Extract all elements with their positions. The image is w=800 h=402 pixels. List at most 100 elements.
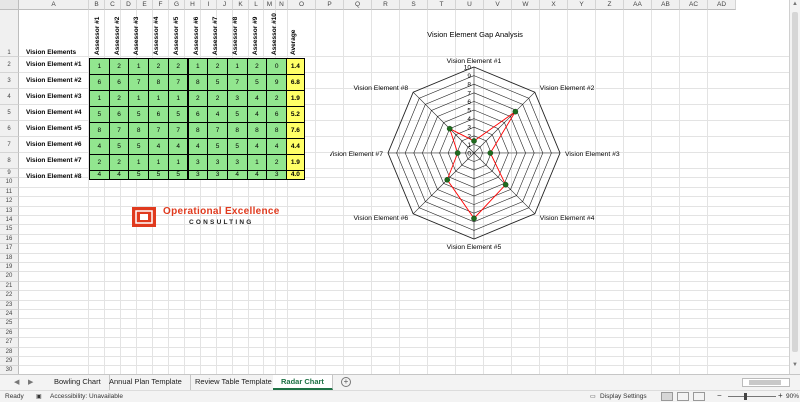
row-header-19[interactable]: 19: [0, 263, 19, 273]
page-layout-view-button[interactable]: [677, 392, 689, 401]
score-cell[interactable]: 2: [207, 58, 228, 75]
column-header-w[interactable]: W: [512, 0, 540, 10]
radar-chart[interactable]: 012345678910Vision Element #1Vision Elem…: [330, 45, 630, 255]
score-cell[interactable]: 6: [89, 74, 110, 91]
score-cell[interactable]: 5: [128, 106, 150, 123]
score-cell[interactable]: 1: [148, 154, 169, 171]
score-cell[interactable]: 1: [148, 90, 169, 107]
average-cell[interactable]: 5.2: [286, 106, 305, 123]
score-cell[interactable]: 2: [108, 90, 130, 107]
column-header-y[interactable]: Y: [568, 0, 596, 10]
score-cell[interactable]: 7: [207, 122, 228, 139]
score-cell[interactable]: 1: [89, 58, 110, 75]
score-cell[interactable]: 0: [266, 58, 287, 75]
score-cell[interactable]: 5: [108, 138, 130, 155]
average-cell[interactable]: 1.4: [286, 58, 305, 75]
column-header-j[interactable]: J: [217, 0, 233, 10]
row-header-8[interactable]: 8: [0, 153, 19, 169]
score-cell[interactable]: 7: [167, 122, 189, 139]
score-cell[interactable]: 7: [148, 122, 169, 139]
scroll-up-icon[interactable]: ▲: [792, 1, 798, 7]
score-cell[interactable]: 7: [108, 122, 130, 139]
score-cell[interactable]: 3: [207, 154, 228, 171]
score-cell[interactable]: 5: [246, 74, 268, 91]
sheet-tab-annual-plan-template[interactable]: Annual Plan Template: [101, 375, 191, 390]
row-header-23[interactable]: 23: [0, 300, 19, 310]
page-break-view-button[interactable]: [693, 392, 705, 401]
prev-sheet-icon[interactable]: ◀: [14, 378, 19, 386]
score-cell[interactable]: 5: [148, 170, 169, 181]
next-sheet-icon[interactable]: ▶: [28, 378, 33, 386]
column-header-c[interactable]: C: [105, 0, 121, 10]
score-cell[interactable]: 2: [266, 154, 287, 171]
row-header-6[interactable]: 6: [0, 121, 19, 137]
score-cell[interactable]: 3: [226, 154, 248, 171]
score-cell[interactable]: 4: [108, 170, 130, 181]
score-cell[interactable]: 9: [266, 74, 287, 91]
vertical-scrollbar[interactable]: ▲ ▼: [789, 0, 800, 374]
column-header-p[interactable]: P: [316, 0, 344, 10]
score-cell[interactable]: 4: [167, 138, 189, 155]
score-cell[interactable]: 4: [226, 170, 248, 181]
column-header-g[interactable]: G: [169, 0, 185, 10]
score-cell[interactable]: 4: [246, 106, 268, 123]
score-cell[interactable]: 8: [89, 122, 110, 139]
row-header-2[interactable]: 2: [0, 57, 19, 73]
score-cell[interactable]: 8: [128, 122, 150, 139]
score-cell[interactable]: 1: [167, 90, 189, 107]
score-cell[interactable]: 2: [207, 90, 228, 107]
score-cell[interactable]: 5: [226, 138, 248, 155]
row-header-29[interactable]: 29: [0, 357, 19, 367]
column-header-aa[interactable]: AA: [624, 0, 652, 10]
column-header-s[interactable]: S: [400, 0, 428, 10]
horizontal-scrollbar[interactable]: [742, 378, 790, 387]
row-header-26[interactable]: 26: [0, 328, 19, 339]
average-cell[interactable]: 1.9: [286, 154, 305, 171]
average-cell[interactable]: 4.0: [286, 170, 305, 181]
score-cell[interactable]: 3: [187, 154, 209, 171]
zoom-slider-thumb[interactable]: [744, 393, 747, 400]
score-cell[interactable]: 1: [128, 58, 150, 75]
row-header-16[interactable]: 16: [0, 234, 19, 245]
score-cell[interactable]: 5: [167, 106, 189, 123]
score-cell[interactable]: 4: [89, 170, 110, 181]
score-cell[interactable]: 8: [226, 122, 248, 139]
column-header-q[interactable]: Q: [344, 0, 372, 10]
score-cell[interactable]: 2: [167, 58, 189, 75]
row-header-22[interactable]: 22: [0, 291, 19, 301]
column-header-f[interactable]: F: [153, 0, 169, 10]
score-cell[interactable]: 7: [226, 74, 248, 91]
score-cell[interactable]: 8: [266, 122, 287, 139]
row-header-12[interactable]: 12: [0, 197, 19, 207]
score-cell[interactable]: 3: [226, 90, 248, 107]
normal-view-button[interactable]: [661, 392, 673, 401]
row-header-20[interactable]: 20: [0, 272, 19, 282]
row-header-25[interactable]: 25: [0, 319, 19, 329]
score-cell[interactable]: 8: [246, 122, 268, 139]
score-cell[interactable]: 5: [207, 74, 228, 91]
score-cell[interactable]: 1: [187, 58, 209, 75]
score-cell[interactable]: 5: [226, 106, 248, 123]
row-header-14[interactable]: 14: [0, 216, 19, 226]
score-cell[interactable]: 5: [128, 170, 150, 181]
column-header-l[interactable]: L: [249, 0, 264, 10]
row-header-15[interactable]: 15: [0, 225, 19, 235]
score-cell[interactable]: 5: [89, 106, 110, 123]
column-header-ab[interactable]: AB: [652, 0, 680, 10]
score-cell[interactable]: 2: [246, 58, 268, 75]
row-header-7[interactable]: 7: [0, 137, 19, 153]
score-cell[interactable]: 3: [187, 170, 209, 181]
score-cell[interactable]: 6: [108, 106, 130, 123]
column-header-i[interactable]: I: [201, 0, 217, 10]
score-cell[interactable]: 1: [167, 154, 189, 171]
score-cell[interactable]: 4: [207, 106, 228, 123]
score-cell[interactable]: 4: [187, 138, 209, 155]
row-header-18[interactable]: 18: [0, 253, 19, 263]
row-header-24[interactable]: 24: [0, 310, 19, 320]
row-header-30[interactable]: 30: [0, 366, 19, 374]
column-header-x[interactable]: X: [540, 0, 568, 10]
score-cell[interactable]: 2: [187, 90, 209, 107]
score-cell[interactable]: 8: [148, 74, 169, 91]
column-header-r[interactable]: R: [372, 0, 400, 10]
row-header-4[interactable]: 4: [0, 89, 19, 105]
